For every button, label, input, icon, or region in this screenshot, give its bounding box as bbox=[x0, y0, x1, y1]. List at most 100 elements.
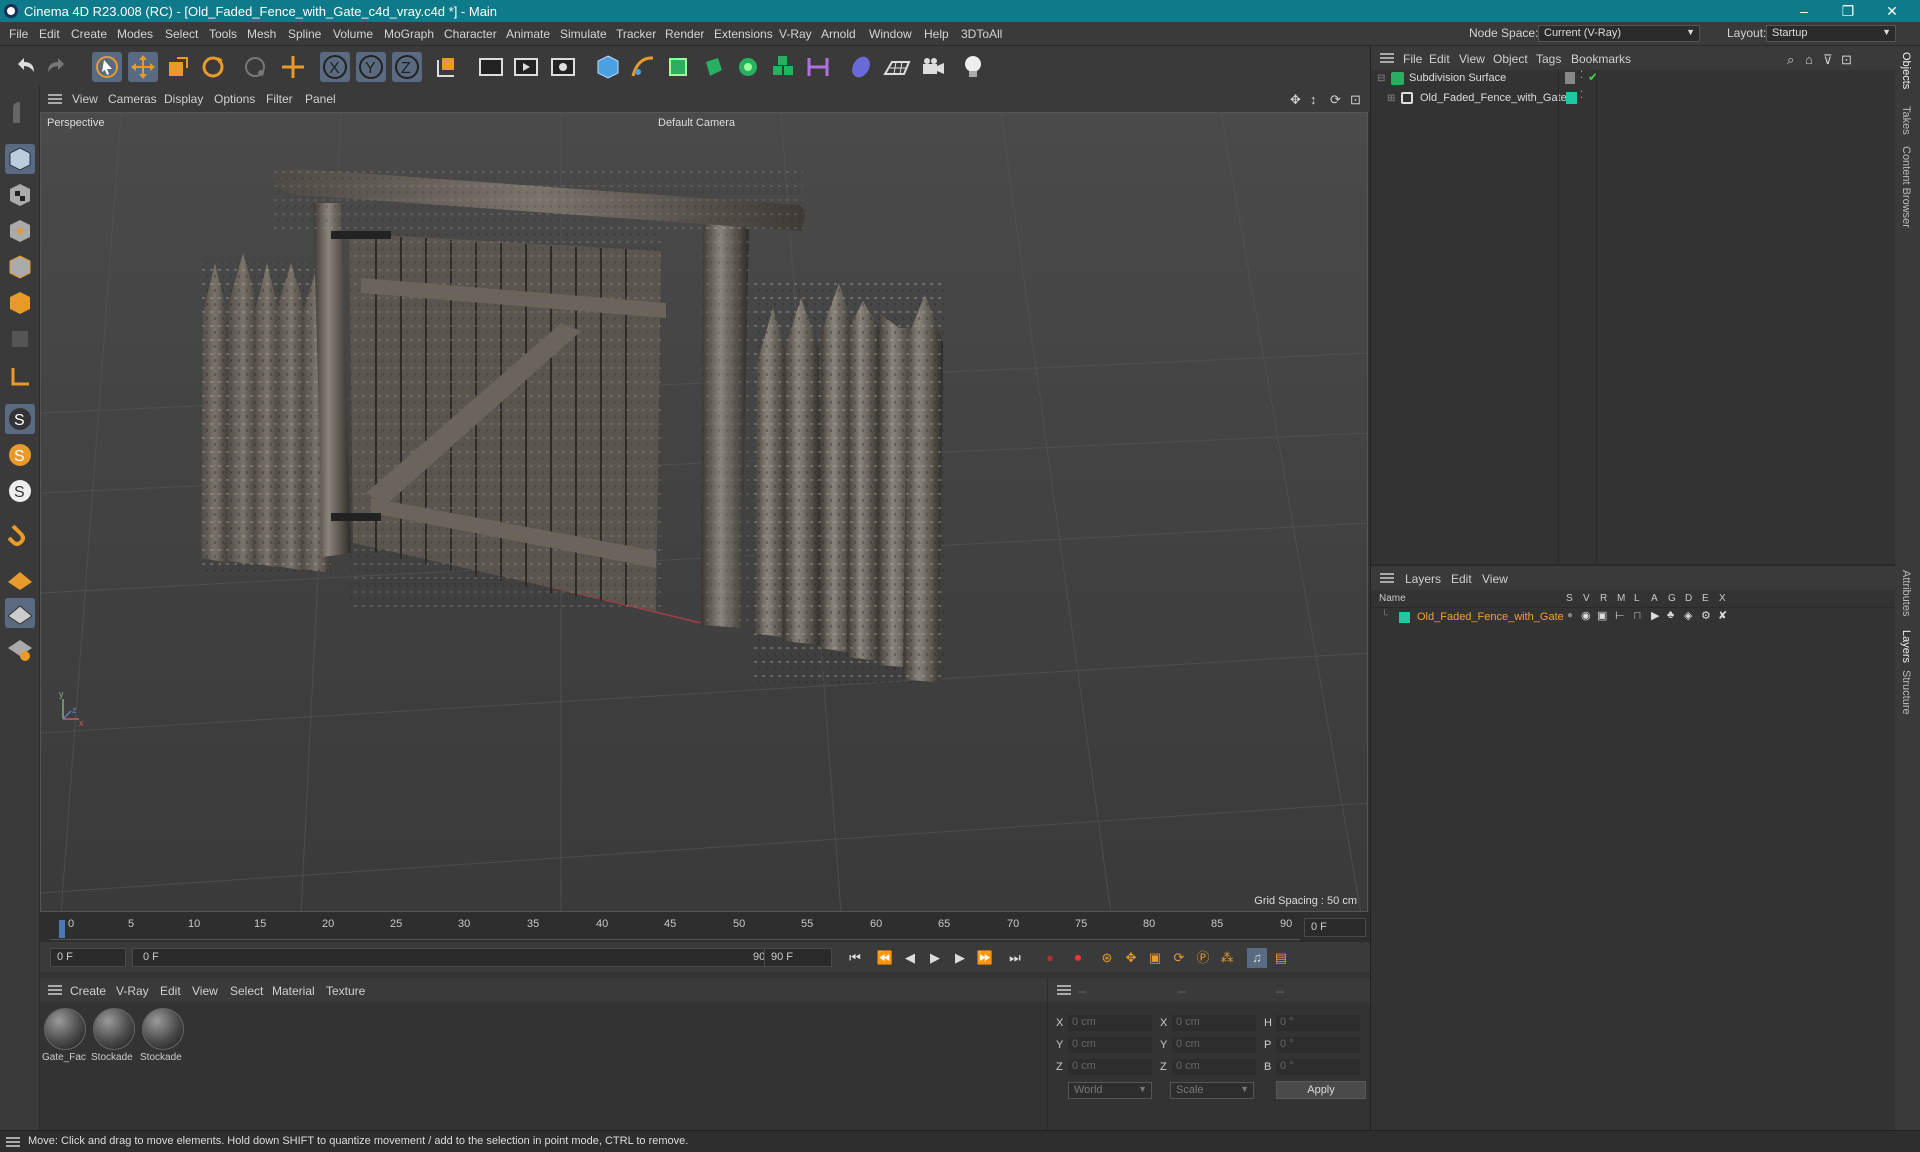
next-frame-icon[interactable]: ▶ bbox=[950, 948, 970, 968]
menu-spline[interactable]: Spline bbox=[288, 27, 321, 41]
home-icon[interactable]: ⌂ bbox=[1805, 52, 1813, 67]
render-view-icon[interactable] bbox=[476, 52, 506, 82]
viewport-pan-icon[interactable]: ✥ bbox=[1290, 92, 1301, 108]
material-menu-icon[interactable] bbox=[48, 985, 62, 995]
go-to-end-icon[interactable]: ⏭ bbox=[1005, 948, 1025, 968]
environment-icon[interactable] bbox=[846, 52, 876, 82]
mograph-cubes-icon[interactable] bbox=[768, 52, 798, 82]
scale-tool-icon[interactable] bbox=[163, 52, 193, 82]
menu-file[interactable]: File bbox=[9, 27, 28, 41]
tab-objects[interactable]: Objects bbox=[1900, 52, 1912, 89]
edges-mode-icon[interactable] bbox=[5, 252, 35, 282]
animation-play-icon[interactable]: ▶ bbox=[1651, 609, 1659, 622]
workplane-icon[interactable] bbox=[5, 562, 35, 592]
autokey-icon[interactable]: ⏺ bbox=[1068, 948, 1088, 968]
menu-mograph[interactable]: MoGraph bbox=[384, 27, 434, 41]
layer-name[interactable]: Old_Faded_Fence_with_Gate bbox=[1417, 611, 1564, 623]
material-menu-view[interactable]: View bbox=[192, 984, 218, 998]
paint-brush-icon[interactable] bbox=[5, 98, 35, 128]
solo-toggle-icon[interactable]: ● bbox=[1567, 610, 1573, 621]
visible-eye-icon[interactable]: ◉ bbox=[1581, 609, 1591, 622]
menu-mesh[interactable]: Mesh bbox=[247, 27, 276, 41]
search-icon[interactable]: ⌕ bbox=[1787, 52, 1794, 68]
viewport-menu-display[interactable]: Display bbox=[164, 92, 203, 106]
layer-color-swatch[interactable] bbox=[1399, 612, 1410, 623]
active-camera-label[interactable]: Default Camera bbox=[658, 117, 735, 129]
rotation-b-field[interactable]: 0 ° bbox=[1276, 1059, 1360, 1075]
move-tool-icon[interactable] bbox=[128, 52, 158, 82]
tab-attributes[interactable]: Attributes bbox=[1900, 570, 1912, 616]
object-name[interactable]: Old_Faded_Fence_with_Gate bbox=[1420, 92, 1567, 104]
coordinate-space-dropdown[interactable]: World ▼ bbox=[1068, 1082, 1152, 1099]
key-pla-icon[interactable]: ⁂ bbox=[1217, 948, 1237, 968]
rotation-p-field[interactable]: 0 ° bbox=[1276, 1037, 1360, 1053]
bend-deformer-icon[interactable] bbox=[803, 52, 833, 82]
visibility-dots-icon[interactable]: ⁚ bbox=[1580, 90, 1583, 101]
pen-spline-icon[interactable] bbox=[628, 52, 658, 82]
timeline-window-icon[interactable]: ▤ bbox=[1271, 948, 1291, 968]
expand-icon[interactable]: ⊞ bbox=[1387, 93, 1395, 104]
object-menu-object[interactable]: Object bbox=[1493, 52, 1528, 66]
expressions-icon[interactable]: ⚙ bbox=[1701, 609, 1711, 622]
snapping-icon[interactable]: S bbox=[5, 404, 35, 434]
collapse-icon[interactable]: ⊟ bbox=[1377, 73, 1385, 84]
viewport-maximize-icon[interactable]: ⊡ bbox=[1350, 92, 1361, 108]
material-swatch[interactable]: Gate_Fac bbox=[42, 1006, 88, 1066]
playhead[interactable] bbox=[59, 920, 65, 938]
motion-tracking-icon[interactable]: ♫ bbox=[1247, 948, 1267, 968]
material-menu-select[interactable]: Select bbox=[230, 984, 263, 998]
subdivision-surface-icon[interactable] bbox=[663, 52, 693, 82]
go-to-start-icon[interactable]: ⏮ bbox=[845, 948, 865, 968]
cloner-icon[interactable] bbox=[733, 52, 763, 82]
polygons-mode-icon[interactable] bbox=[5, 288, 35, 318]
tree-row[interactable]: ⊟ Subdivision Surface ⁚ ✔ bbox=[1371, 70, 1896, 88]
menu-3dtoall[interactable]: 3DToAll bbox=[961, 27, 1002, 41]
viewport-menu-options[interactable]: Options bbox=[214, 92, 255, 106]
material-swatch[interactable]: Stockade bbox=[91, 1006, 137, 1066]
layer-menu-edit[interactable]: Edit bbox=[1451, 572, 1472, 586]
menu-help[interactable]: Help bbox=[924, 27, 949, 41]
grid-plane-icon[interactable] bbox=[5, 598, 35, 628]
model-mode-icon[interactable] bbox=[5, 144, 35, 174]
coordinate-mode-dropdown[interactable]: Scale ▼ bbox=[1170, 1082, 1254, 1099]
coordinates-menu-icon[interactable] bbox=[1057, 985, 1071, 995]
undo-icon[interactable] bbox=[10, 52, 40, 82]
apply-button[interactable]: Apply bbox=[1276, 1081, 1366, 1099]
x-axis-lock-icon[interactable]: X bbox=[320, 52, 350, 82]
extrude-icon[interactable] bbox=[698, 52, 728, 82]
menu-tools[interactable]: Tools bbox=[209, 27, 237, 41]
menu-animate[interactable]: Animate bbox=[506, 27, 550, 41]
tab-takes[interactable]: Takes bbox=[1900, 106, 1912, 135]
menu-volume[interactable]: Volume bbox=[333, 27, 373, 41]
menu-arnold[interactable]: Arnold bbox=[821, 27, 856, 41]
recent-tool-icon[interactable] bbox=[240, 52, 270, 82]
menu-tracker[interactable]: Tracker bbox=[616, 27, 656, 41]
key-rotation-icon[interactable]: ⟳ bbox=[1169, 948, 1189, 968]
position-y-field[interactable]: 0 cm bbox=[1068, 1037, 1152, 1053]
light-icon[interactable] bbox=[958, 52, 988, 82]
tree-row[interactable]: ⊞ Old_Faded_Fence_with_Gate ⁚ bbox=[1371, 90, 1896, 108]
frame-range-slider[interactable]: 0 F 90 F bbox=[132, 948, 784, 967]
menu-character[interactable]: Character bbox=[444, 27, 497, 41]
material-menu-texture[interactable]: Texture bbox=[326, 984, 365, 998]
floor-icon[interactable] bbox=[882, 52, 912, 82]
menu-extensions[interactable]: Extensions bbox=[714, 27, 773, 41]
tab-structure[interactable]: Structure bbox=[1900, 670, 1912, 715]
layer-menu-layers[interactable]: Layers bbox=[1405, 572, 1441, 586]
viewport-rotate-icon[interactable]: ⟳ bbox=[1330, 92, 1341, 108]
key-position-icon[interactable]: ✥ bbox=[1121, 948, 1141, 968]
play-icon[interactable]: ▶ bbox=[925, 948, 945, 968]
status-menu-icon[interactable] bbox=[6, 1137, 20, 1147]
viewport-menu-icon[interactable] bbox=[48, 94, 62, 104]
cube-primitive-icon[interactable] bbox=[593, 52, 623, 82]
menu-select[interactable]: Select bbox=[165, 27, 198, 41]
material-swatch[interactable]: Stockade bbox=[140, 1006, 186, 1066]
close-button[interactable]: ✕ bbox=[1870, 0, 1914, 22]
render-picture-viewer-icon[interactable] bbox=[511, 52, 541, 82]
generators-icon[interactable]: ♣ bbox=[1667, 609, 1674, 621]
material-menu-create[interactable]: Create bbox=[70, 984, 106, 998]
layer-color-tag[interactable] bbox=[1566, 92, 1577, 104]
menu-modes[interactable]: Modes bbox=[117, 27, 153, 41]
layout-dropdown[interactable]: Startup ▼ bbox=[1766, 25, 1896, 42]
previous-frame-icon[interactable]: ◀ bbox=[900, 948, 920, 968]
